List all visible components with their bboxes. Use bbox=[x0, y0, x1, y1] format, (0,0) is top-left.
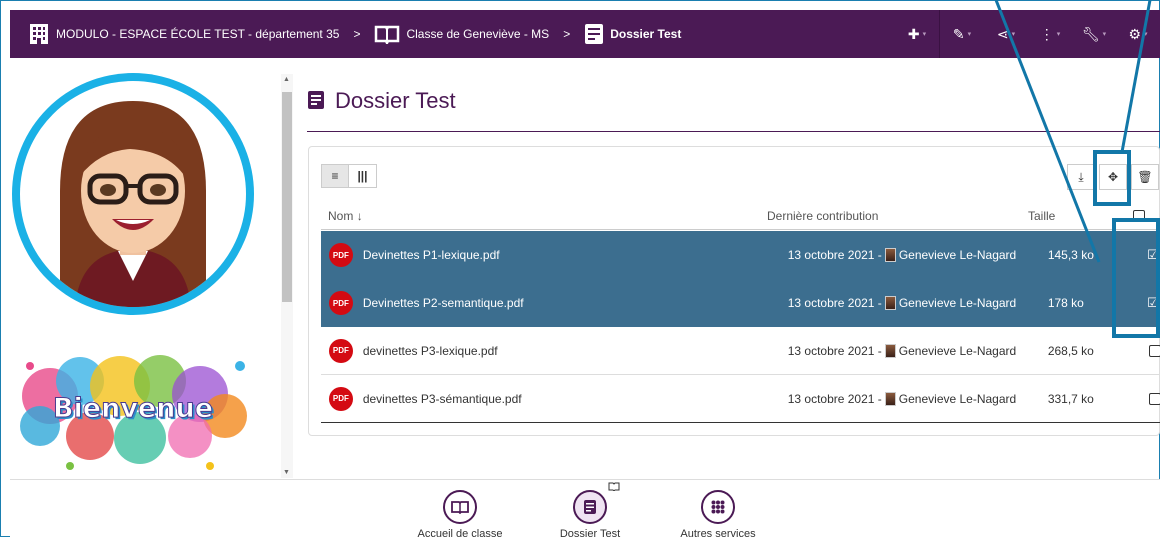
arrow-down-icon: ↓ bbox=[356, 209, 363, 223]
pdf-file-icon: PDF bbox=[329, 243, 353, 267]
table-row[interactable]: PDF devinettes P3-sémantique.pdf 13 octo… bbox=[321, 375, 1160, 423]
grid-view-button[interactable]: ||| bbox=[349, 164, 377, 188]
plus-icon: ✚ bbox=[907, 25, 920, 42]
author-name: Genevieve Le-Nagard bbox=[898, 248, 1017, 262]
download-button[interactable]: ⤓ bbox=[1067, 164, 1095, 190]
settings-button[interactable]: ⚙ ▾ bbox=[1116, 10, 1160, 58]
delete-button[interactable]: 🗑︎ bbox=[1131, 164, 1159, 190]
dock-item-other-services[interactable]: Autres services bbox=[668, 490, 768, 537]
last-contribution: 13 octobre 2021 - Genevieve Le-Nagard bbox=[787, 343, 1017, 358]
breadcrumb: MODULO - ESPACE ÉCOLE TEST - département… bbox=[28, 23, 681, 45]
chevron-down-icon: ▾ bbox=[1144, 31, 1148, 38]
pdf-file-icon: PDF bbox=[329, 386, 353, 411]
last-contribution: 13 octobre 2021 - Genevieve Le-Nagard bbox=[787, 296, 1017, 310]
more-button[interactable]: ⋮ ▾ bbox=[1028, 10, 1072, 58]
table-row[interactable]: PDF devinettes P3-lexique.pdf 13 octobre… bbox=[321, 327, 1160, 375]
wrench-icon: 🔧︎ bbox=[1081, 25, 1100, 42]
dock-item-current-folder[interactable]: Dossier Test bbox=[540, 490, 640, 537]
scroll-down-arrow[interactable]: ▼ bbox=[283, 469, 290, 476]
tools-button[interactable]: 🔧︎ ▾ bbox=[1072, 10, 1116, 58]
table-row[interactable]: PDF Devinettes P2-semantique.pdf 13 octo… bbox=[321, 279, 1160, 327]
chevron-down-icon: ▾ bbox=[967, 31, 972, 38]
avatar bbox=[12, 73, 254, 315]
file-name-link[interactable]: Devinettes P1-lexique.pdf bbox=[363, 248, 788, 262]
document-icon bbox=[584, 23, 604, 45]
file-size: 331,7 ko bbox=[1047, 391, 1094, 406]
welcome-banner: Bienvenue bbox=[10, 326, 256, 478]
author-name: Genevieve Le-Nagard bbox=[898, 343, 1017, 358]
scroll-thumb[interactable] bbox=[282, 92, 292, 302]
user-avatar-icon bbox=[884, 248, 896, 262]
page-title: Dossier Test bbox=[335, 88, 456, 113]
user-avatar-icon bbox=[884, 296, 896, 310]
breadcrumb-separator: > bbox=[353, 27, 361, 41]
author-name: Genevieve Le-Nagard bbox=[898, 296, 1017, 310]
user-avatar-icon bbox=[884, 343, 896, 358]
breadcrumb-item-school[interactable]: MODULO - ESPACE ÉCOLE TEST - département… bbox=[56, 27, 339, 41]
title-divider bbox=[307, 131, 1160, 132]
pdf-file-icon: PDF bbox=[329, 338, 353, 363]
breadcrumb-item-class[interactable]: Classe de Geneviève - MS bbox=[406, 27, 549, 41]
view-toggle: ≡ ||| bbox=[321, 164, 377, 188]
gear-icon: ⚙ bbox=[1128, 25, 1142, 42]
more-vertical-icon: ⋮ bbox=[1039, 25, 1054, 42]
header-divider bbox=[321, 229, 1160, 230]
edit-button[interactable]: ✎ ▾ bbox=[940, 10, 984, 58]
file-name-link[interactable]: devinettes P3-lexique.pdf bbox=[363, 344, 788, 358]
row-checkbox[interactable] bbox=[1149, 344, 1160, 357]
top-navigation-bar: MODULO - ESPACE ÉCOLE TEST - département… bbox=[10, 10, 1160, 58]
column-header-name[interactable]: Nom ↓ bbox=[328, 209, 363, 223]
list-icon: ≡ bbox=[331, 169, 339, 183]
dock-label: Accueil de classe bbox=[417, 528, 503, 537]
chevron-down-icon: ▾ bbox=[1011, 31, 1016, 38]
file-name-link[interactable]: devinettes P3-sémantique.pdf bbox=[363, 392, 788, 406]
document-icon bbox=[573, 490, 607, 524]
breadcrumb-item-current: Dossier Test bbox=[610, 27, 682, 41]
share-button[interactable]: ⋖ ▾ bbox=[984, 10, 1028, 58]
building-icon bbox=[28, 23, 50, 45]
add-button[interactable]: ✚ ▾ bbox=[895, 10, 939, 58]
column-header-size[interactable]: Taille bbox=[1028, 209, 1055, 223]
file-panel: ≡ ||| ⤓ ✥ 🗑︎ Nom ↓ Dernière contribution… bbox=[308, 146, 1160, 436]
table-row[interactable]: PDF Devinettes P1-lexique.pdf 13 octobre… bbox=[321, 231, 1160, 279]
list-view-button[interactable]: ≡ bbox=[321, 164, 349, 188]
last-contribution: 13 octobre 2021 - Genevieve Le-Nagard bbox=[787, 391, 1017, 406]
annotation-highlight-move bbox=[1093, 150, 1131, 206]
file-name-link[interactable]: Devinettes P2-semantique.pdf bbox=[363, 296, 788, 310]
share-icon: ⋖ bbox=[996, 25, 1009, 42]
chevron-down-icon: ▾ bbox=[1056, 31, 1061, 38]
scroll-up-arrow[interactable]: ▲ bbox=[283, 76, 290, 83]
book-icon bbox=[608, 482, 620, 494]
breadcrumb-separator: > bbox=[563, 27, 571, 41]
columns-icon: ||| bbox=[357, 169, 368, 183]
sidebar-scrollbar[interactable]: ▲ ▼ bbox=[281, 74, 293, 478]
chevron-down-icon: ▾ bbox=[1102, 31, 1107, 38]
dock-item-class-home[interactable]: Accueil de classe bbox=[410, 490, 510, 537]
book-icon bbox=[443, 490, 477, 524]
file-size: 268,5 ko bbox=[1047, 343, 1094, 358]
row-checkbox[interactable] bbox=[1149, 392, 1160, 405]
grid-icon bbox=[701, 490, 735, 524]
pdf-file-icon: PDF bbox=[329, 291, 353, 315]
user-avatar-icon bbox=[884, 391, 896, 406]
book-icon bbox=[374, 24, 400, 44]
avatar-image bbox=[20, 81, 246, 307]
last-contribution: 13 octobre 2021 - Genevieve Le-Nagard bbox=[787, 248, 1017, 262]
chevron-down-icon: ▾ bbox=[922, 31, 927, 38]
pencil-icon: ✎ bbox=[952, 25, 965, 42]
column-header-contribution[interactable]: Dernière contribution bbox=[767, 209, 878, 223]
welcome-text: Bienvenue bbox=[52, 393, 214, 425]
dock-label: Autres services bbox=[680, 528, 756, 537]
document-icon bbox=[307, 90, 325, 113]
download-icon: ⤓ bbox=[1078, 169, 1084, 184]
toolbar: ✚ ▾ ✎ ▾ ⋖ ▾ ⋮ ▾ 🔧︎ ▾ ⚙ ▾ bbox=[895, 10, 1160, 58]
dock-label: Dossier Test bbox=[559, 528, 621, 537]
trash-icon: 🗑︎ bbox=[1137, 170, 1153, 184]
author-name: Genevieve Le-Nagard bbox=[898, 391, 1017, 406]
annotation-highlight-checkboxes bbox=[1112, 218, 1160, 338]
bottom-dock: Accueil de classe Dossier Test Autres se… bbox=[10, 479, 1160, 537]
page-header: Dossier Test bbox=[307, 88, 456, 114]
